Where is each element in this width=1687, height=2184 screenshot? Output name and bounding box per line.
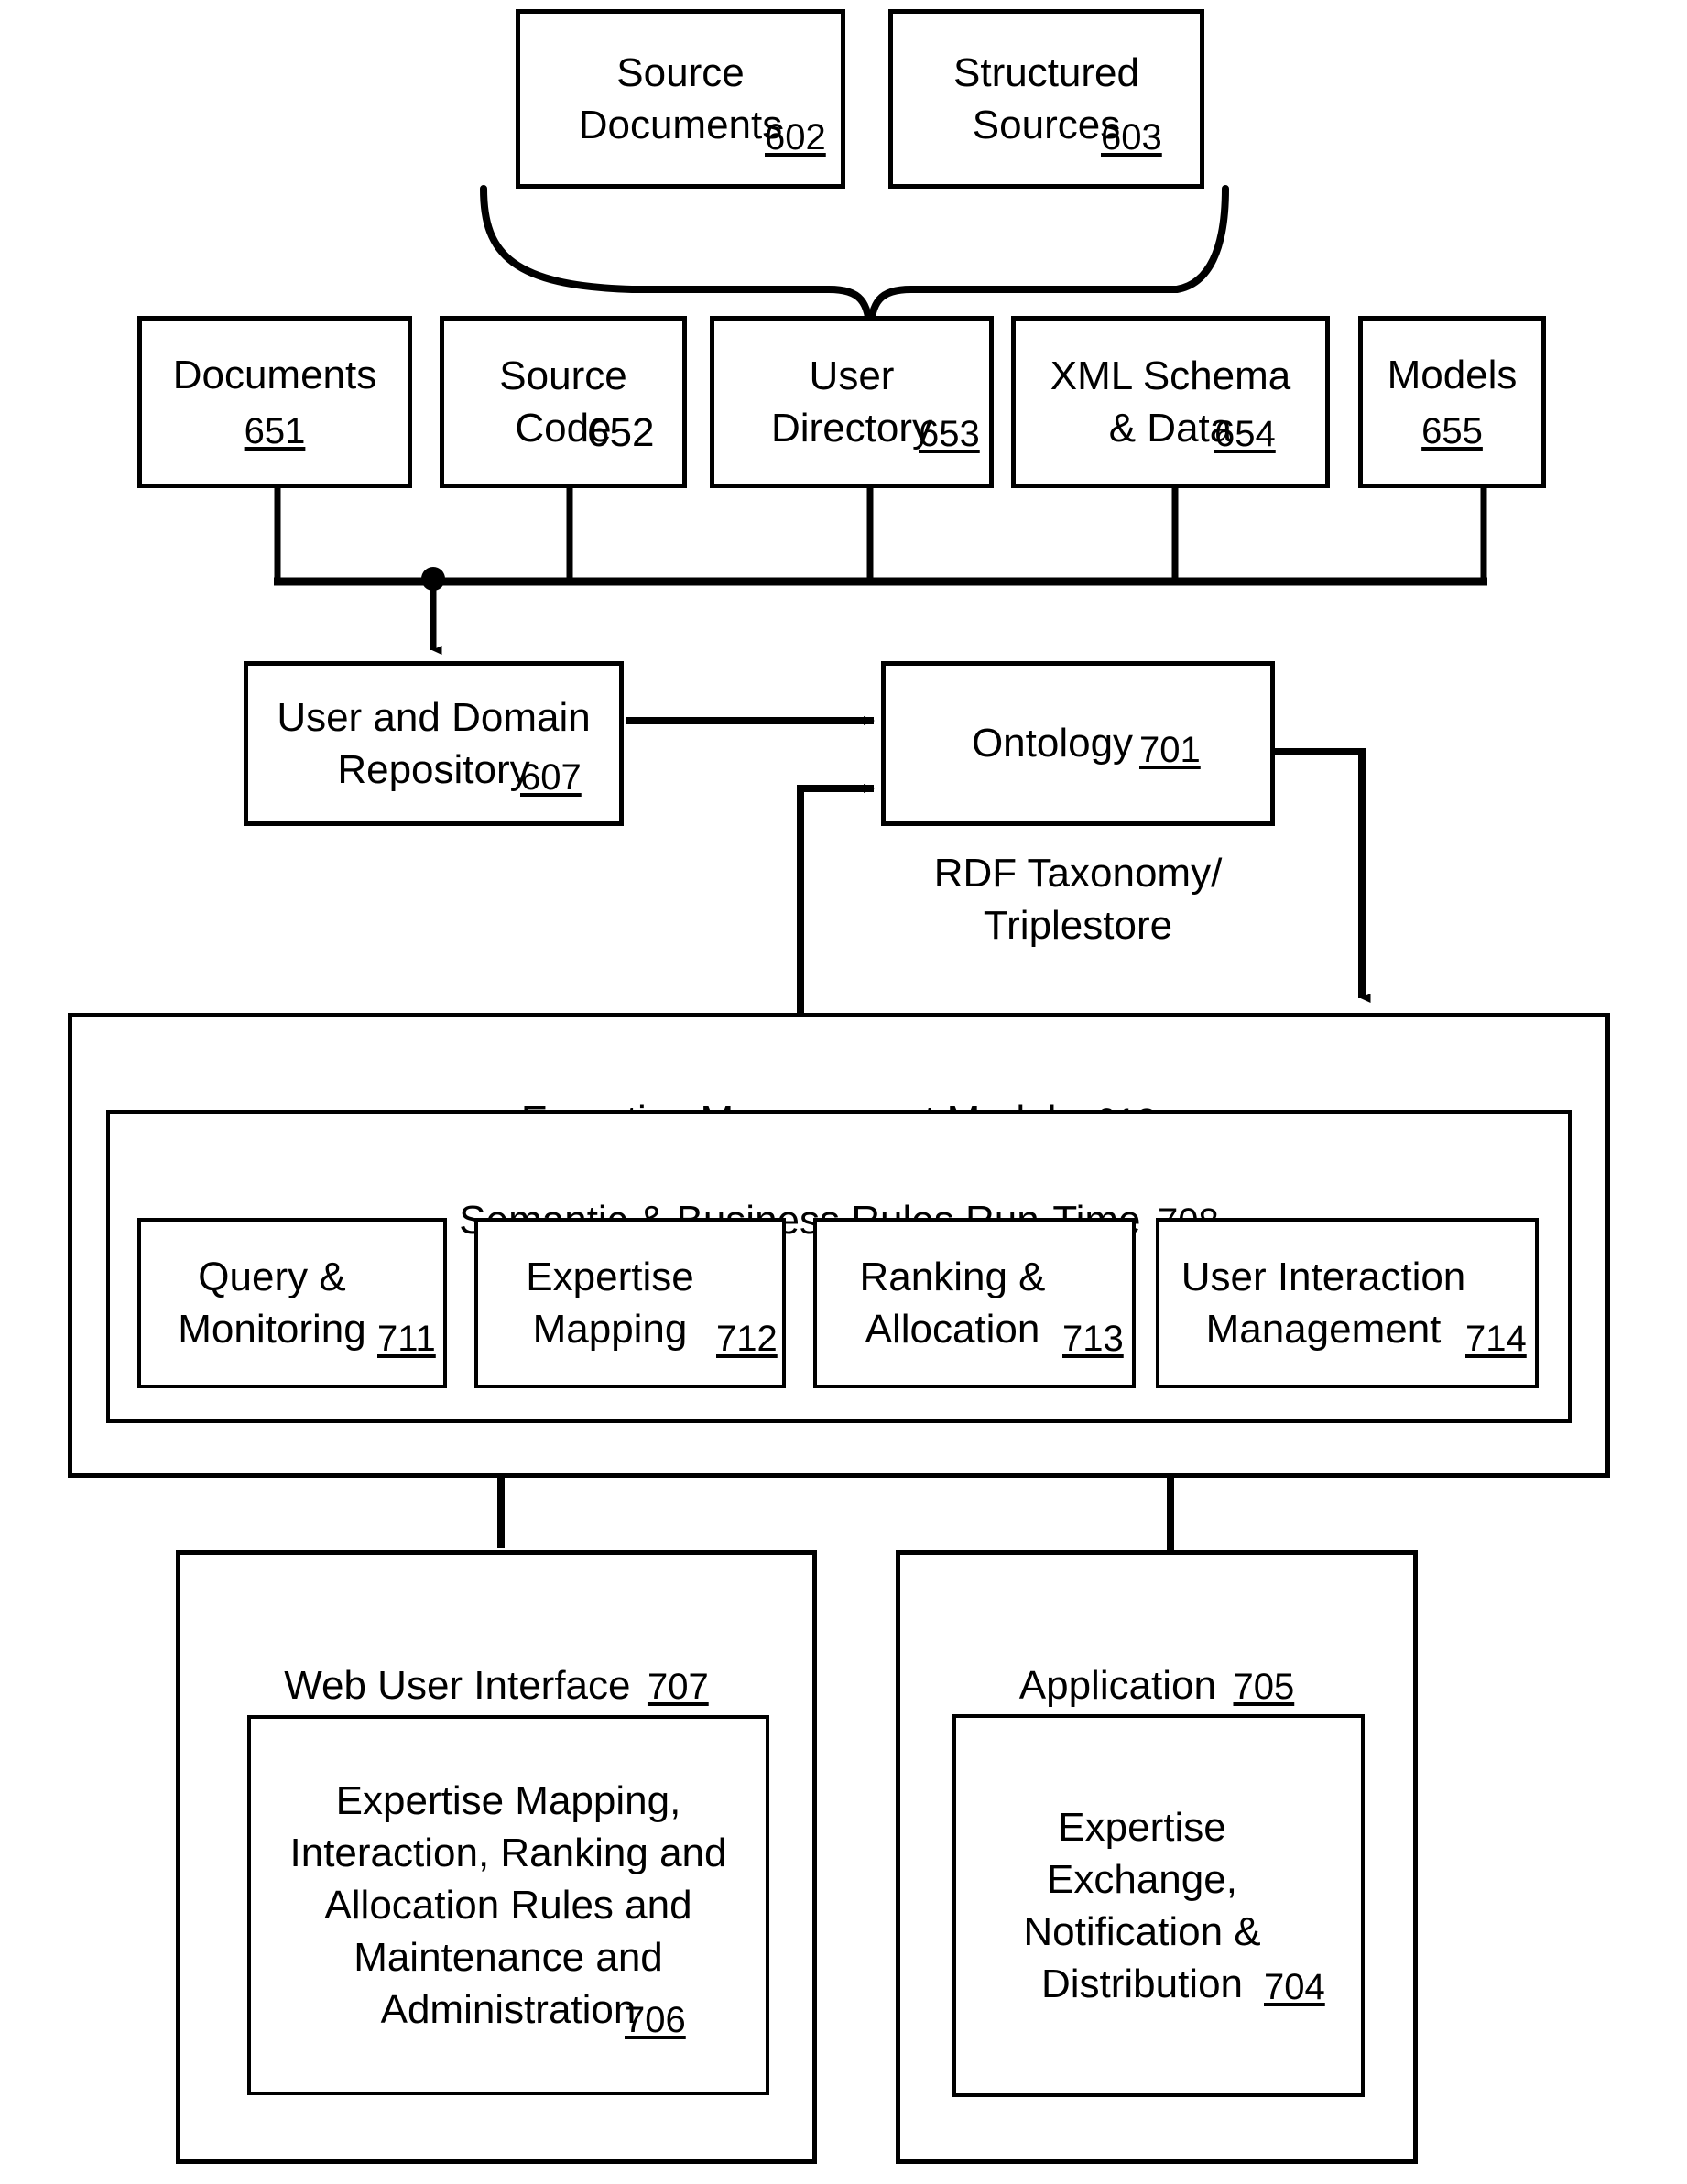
box-source-code-ref: 652 — [587, 410, 655, 455]
web-ui-ref: 707 — [647, 1667, 709, 1708]
box-application-inner-label: Expertise Exchange, Notification & Distr… — [1023, 1804, 1261, 2007]
box-structured-sources-ref: 603 — [1101, 117, 1162, 158]
sources-brace — [480, 185, 1229, 336]
box-models[interactable]: Models 655 — [1358, 316, 1546, 488]
box-ontology[interactable]: Ontology — [881, 661, 1275, 826]
box-documents[interactable]: Documents 651 — [137, 316, 412, 488]
box-source-documents-label: Source Documents — [578, 49, 783, 147]
box-user-directory-label: User Directory — [770, 353, 933, 451]
box-user-domain-repository-ref: 607 — [520, 757, 582, 798]
box-web-ui-inner-ref: 706 — [625, 2000, 686, 2040]
box-xml-schema-data-ref: 654 — [1214, 414, 1276, 454]
ontology-to-module-arrow — [1271, 748, 1371, 1003]
box-documents-ref: 651 — [244, 410, 306, 451]
box-structured-sources[interactable]: Structured Sources — [888, 9, 1204, 189]
box-source-documents[interactable]: Source Documents — [516, 9, 845, 189]
box-ranking-allocation-ref: 713 — [1062, 1319, 1124, 1359]
box-xml-schema-data[interactable]: XML Schema & Data — [1011, 316, 1330, 488]
box-ranking-allocation-label: Ranking & Allocation — [859, 1254, 1046, 1352]
box-expertise-mapping[interactable]: Expertise Mapping — [474, 1218, 786, 1388]
box-user-interaction-management-label: User Interaction Management — [1181, 1254, 1466, 1352]
box-documents-label: Documents — [172, 353, 377, 398]
web-ui-title-text: Web User Interface — [284, 1663, 631, 1709]
repository-stubs — [274, 486, 1487, 581]
box-web-ui-inner-label: Expertise Mapping, Interaction, Ranking … — [289, 1777, 727, 2033]
box-user-interaction-management-ref: 714 — [1465, 1319, 1527, 1359]
box-application-inner[interactable]: Expertise Exchange, Notification & Distr… — [952, 1714, 1365, 2097]
figure-canvas: Source Documents 602 Structured Sources … — [0, 0, 1687, 2184]
box-query-monitoring[interactable]: Query & Monitoring — [137, 1218, 447, 1388]
box-models-label: Models — [1387, 353, 1518, 398]
box-user-directory[interactable]: User Directory — [710, 316, 994, 488]
box-application-inner-ref: 704 — [1264, 1967, 1325, 2007]
box-models-ref: 655 — [1421, 410, 1483, 451]
box-source-documents-ref: 602 — [765, 117, 826, 158]
application-title-text: Application — [1018, 1663, 1217, 1709]
box-query-monitoring-ref: 711 — [377, 1319, 436, 1359]
application-title: Application 705 — [896, 1607, 1418, 1711]
box-expertise-mapping-label: Expertise Mapping — [526, 1254, 694, 1352]
module-to-ontology-feedback-arrow — [797, 784, 875, 1016]
ontology-caption: RDF Taxonomy/ Triplestore — [933, 851, 1223, 949]
box-web-ui-inner[interactable]: Expertise Mapping, Interaction, Ranking … — [247, 1715, 769, 2095]
box-ranking-allocation[interactable]: Ranking & Allocation — [813, 1218, 1136, 1388]
box-user-interaction-management[interactable]: User Interaction Management — [1156, 1218, 1539, 1388]
box-ontology-label: Ontology — [971, 721, 1134, 766]
box-source-code[interactable]: Source Code — [440, 316, 687, 488]
application-ref: 705 — [1233, 1667, 1295, 1708]
box-user-domain-repository[interactable]: User and Domain Repository — [244, 661, 624, 826]
box-expertise-mapping-ref: 712 — [716, 1319, 778, 1359]
web-ui-title: Web User Interface 707 — [176, 1607, 817, 1711]
bus-junction-dot — [421, 567, 445, 591]
box-user-directory-ref: 653 — [919, 414, 980, 454]
box-query-monitoring-label: Query & Monitoring — [178, 1254, 366, 1352]
box-ontology-ref: 701 — [1139, 730, 1201, 770]
